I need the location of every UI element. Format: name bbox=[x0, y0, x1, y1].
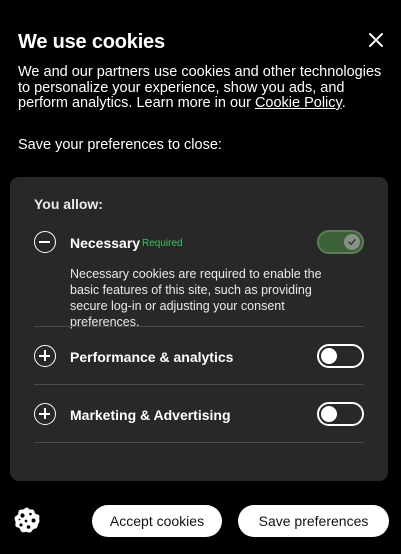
cookie-policy-link[interactable]: Cookie Policy bbox=[255, 95, 342, 111]
section-label-performance: Performance & analytics bbox=[70, 349, 234, 365]
collapse-necessary-button[interactable] bbox=[34, 231, 56, 253]
toggle-performance[interactable] bbox=[317, 344, 364, 368]
toggle-knob bbox=[321, 348, 337, 364]
save-preferences-button[interactable]: Save preferences bbox=[238, 505, 389, 537]
section-marketing: Marketing & Advertising bbox=[34, 401, 364, 429]
section-label-necessary: Necessary bbox=[70, 235, 141, 251]
panel-heading: You allow: bbox=[34, 196, 103, 212]
dialog-title: We use cookies bbox=[18, 31, 165, 53]
close-button[interactable] bbox=[364, 28, 388, 52]
cookie-icon bbox=[14, 507, 40, 533]
preferences-panel: You allow: Necessary Required Necessary … bbox=[10, 177, 388, 481]
section-performance: Performance & analytics bbox=[34, 343, 364, 371]
expand-performance-button[interactable] bbox=[34, 345, 56, 367]
accept-cookies-button[interactable]: Accept cookies bbox=[92, 505, 222, 537]
close-icon bbox=[369, 33, 383, 47]
save-prompt: Save your preferences to close: bbox=[18, 137, 222, 153]
necessary-description: Necessary cookies are required to enable… bbox=[70, 267, 322, 329]
toggle-necessary[interactable] bbox=[317, 230, 364, 254]
expand-marketing-button[interactable] bbox=[34, 403, 56, 425]
intro-end: . bbox=[341, 95, 346, 111]
section-necessary: Necessary Required Necessary cookies are… bbox=[34, 229, 364, 330]
required-badge: Required bbox=[142, 238, 183, 249]
intro-text: We and our partners use cookies and othe… bbox=[18, 64, 388, 112]
check-icon bbox=[348, 239, 356, 246]
divider bbox=[34, 442, 364, 443]
section-label-marketing: Marketing & Advertising bbox=[70, 407, 231, 423]
toggle-knob bbox=[344, 234, 360, 250]
divider bbox=[34, 326, 364, 327]
toggle-knob bbox=[321, 406, 337, 422]
toggle-marketing[interactable] bbox=[317, 402, 364, 426]
divider bbox=[34, 384, 364, 385]
